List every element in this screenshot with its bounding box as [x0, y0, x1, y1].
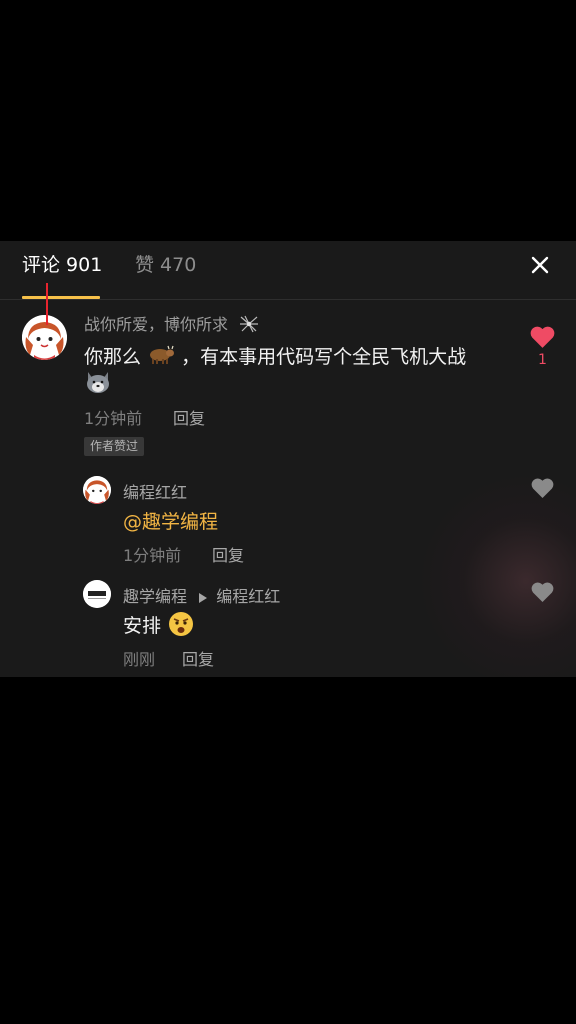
reply-time: 刚刚: [123, 650, 156, 669]
heart-icon: [531, 582, 554, 602]
reply-author-row: 趣学编程 编程红红: [123, 583, 280, 607]
shocked-face-emoji: [167, 611, 195, 642]
comment-author-name[interactable]: 战你所爱，博你所求: [84, 315, 228, 334]
comment-text-rest: ，有本事用代码写个全民飞机大战: [181, 346, 467, 368]
reply-author-name[interactable]: 编程红红: [123, 479, 187, 503]
reply-button[interactable]: 回复: [182, 646, 214, 670]
active-tab-underline: [22, 296, 100, 299]
comment-time: 1分钟前: [84, 409, 143, 428]
reply-time: 1分钟前: [123, 546, 182, 565]
tab-likes[interactable]: 赞 470: [135, 253, 196, 277]
reply-text-part: 安排: [123, 615, 162, 637]
heart-icon: [530, 326, 555, 348]
author-liked-badge: 作者赞过: [84, 437, 145, 456]
reply-text: @趣学编程: [123, 507, 218, 534]
spider-icon: [239, 315, 259, 337]
comment-text-part: 你那么: [84, 346, 142, 368]
annotation-marker: [46, 283, 48, 325]
like-button[interactable]: [530, 581, 555, 607]
reply-author-name[interactable]: 趣学编程: [123, 587, 187, 606]
close-icon[interactable]: [528, 253, 552, 277]
avatar[interactable]: [83, 580, 111, 608]
reply-text: 安排: [123, 611, 195, 642]
like-count: 1: [538, 352, 547, 368]
mention-link[interactable]: @趣学编程: [123, 511, 218, 533]
heart-icon: [531, 478, 554, 498]
comment-text: 你那么 ，有本事用代码写个全民飞机大战: [84, 342, 466, 370]
cow-emoji: [147, 345, 175, 370]
like-button[interactable]: [530, 477, 555, 503]
play-arrow-icon: [198, 588, 208, 607]
reply-button[interactable]: 回复: [173, 405, 205, 429]
comments-panel: 评论 901 赞 470 战你所爱，博你所求 你那么 ，有本事用代码写个全民飞机…: [0, 241, 576, 677]
avatar[interactable]: [22, 315, 67, 360]
reply-to-name[interactable]: 编程红红: [216, 587, 280, 606]
tab-comments[interactable]: 评论 901: [22, 253, 102, 277]
avatar[interactable]: [83, 476, 111, 504]
comment-author-row: 战你所爱，博你所求: [84, 311, 259, 337]
comment-tabs: 评论 901 赞 470: [0, 241, 576, 300]
reply-button[interactable]: 回复: [212, 542, 244, 566]
dog-emoji: [84, 369, 112, 399]
like-button[interactable]: [529, 325, 556, 353]
